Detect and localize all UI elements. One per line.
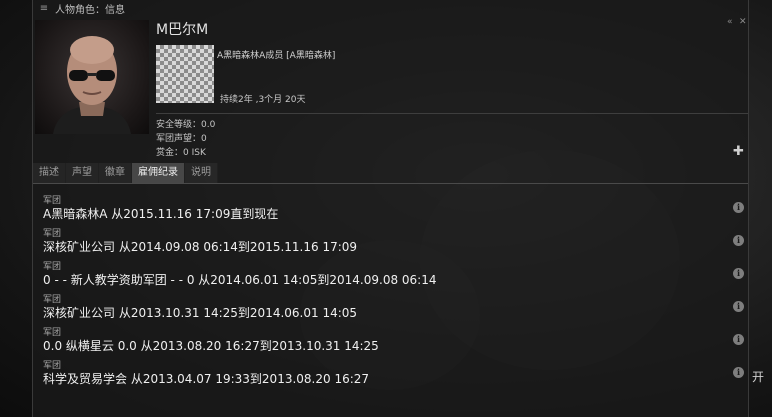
- tab-employment-history[interactable]: 雇佣纪录: [132, 163, 185, 183]
- employment-entry[interactable]: 0 - - 新人教学资助军团 - - 0 从2014.06.01 14:05到2…: [43, 271, 437, 288]
- close-icon[interactable]: ✕: [739, 17, 747, 27]
- employment-entry[interactable]: 科学及贸易学会 从2013.04.07 19:33到2013.08.20 16:…: [43, 370, 369, 387]
- info-icon[interactable]: i: [733, 367, 744, 378]
- menu-icon[interactable]: ≡: [37, 3, 51, 14]
- info-icon[interactable]: i: [733, 301, 744, 312]
- tab-description[interactable]: 描述: [33, 163, 66, 183]
- info-icon[interactable]: i: [733, 235, 744, 246]
- window-title: 人物角色：信息: [55, 4, 125, 16]
- employment-entry[interactable]: 0.0 纵横星云 0.0 从2013.08.20 16:27到2013.10.3…: [43, 337, 379, 354]
- corp-membership[interactable]: A黑暗森林A成员 [A黑暗森林]: [217, 48, 335, 61]
- employment-entry[interactable]: 深核矿业公司 从2014.09.08 06:14到2015.11.16 17:0…: [43, 238, 357, 255]
- collapse-icon[interactable]: «: [727, 17, 733, 27]
- character-name: M巴尔M: [156, 22, 209, 38]
- tab-bar: 描述 声望 徽章 雇佣纪录 说明: [33, 163, 748, 184]
- tab-decorations[interactable]: 徽章: [99, 163, 132, 183]
- info-icon[interactable]: i: [733, 202, 744, 213]
- character-portrait: [35, 20, 149, 134]
- corp-logo[interactable]: [156, 45, 214, 103]
- info-divider: [156, 113, 748, 114]
- employment-row: 军团 0 - - 新人教学资助军团 - - 0 从2014.06.01 14:0…: [33, 256, 748, 289]
- bounty: 赏金：0 ISK: [156, 148, 206, 158]
- employment-row: 军团 0.0 纵横星云 0.0 从2013.08.20 16:27到2013.1…: [33, 322, 748, 355]
- info-icon[interactable]: i: [733, 334, 744, 345]
- plus-icon[interactable]: ✚: [733, 144, 744, 159]
- tab-notes[interactable]: 说明: [185, 163, 218, 183]
- employment-row: 军团 科学及贸易学会 从2013.04.07 19:33到2013.08.20 …: [33, 355, 748, 388]
- info-icon[interactable]: i: [733, 268, 744, 279]
- background-text: 开: [752, 370, 765, 384]
- employment-entry[interactable]: A黑暗森林A 从2015.11.16 17:09直到现在: [43, 205, 278, 222]
- corp-standing: 军团声望：0: [156, 134, 207, 144]
- security-status: 安全等级：0.0: [156, 120, 216, 130]
- tab-standings[interactable]: 声望: [66, 163, 99, 183]
- employment-row: 军团 深核矿业公司 从2013.10.31 14:25到2014.06.01 1…: [33, 289, 748, 322]
- character-info-window: ≡ 人物角色：信息 « ✕ M巴尔M A黑暗森林A成员 [A黑暗森林] 持续2年…: [32, 0, 749, 417]
- employment-row: 军团 A黑暗森林A 从2015.11.16 17:09直到现在 i: [33, 190, 748, 223]
- employment-row: 军团 深核矿业公司 从2014.09.08 06:14到2015.11.16 1…: [33, 223, 748, 256]
- membership-duration: 持续2年 ,3个月 20天: [220, 95, 306, 105]
- employment-entry[interactable]: 深核矿业公司 从2013.10.31 14:25到2014.06.01 14:0…: [43, 304, 357, 321]
- titlebar: ≡ 人物角色：信息: [33, 0, 748, 16]
